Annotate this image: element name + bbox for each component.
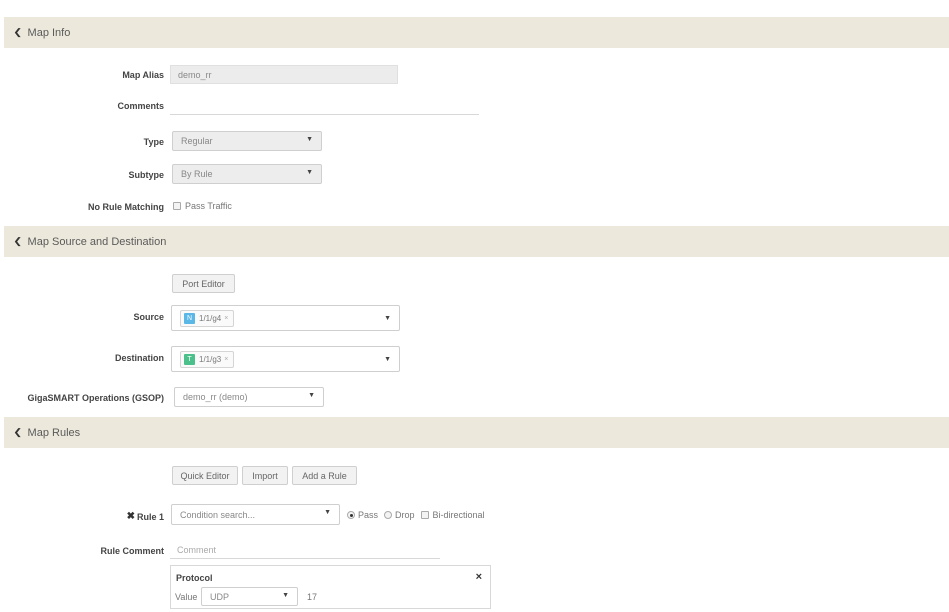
protocol-value: UDP — [210, 591, 230, 602]
subtype-select[interactable]: By Rule ▼ — [172, 164, 322, 184]
source-port-text: 1/1/g4 — [199, 313, 222, 323]
rule-1-label-row: ✖ Rule 1 — [127, 511, 164, 522]
type-select[interactable]: Regular ▼ — [172, 131, 322, 151]
subtype-label: Subtype — [128, 170, 164, 180]
chevron-down-icon: ❮ — [13, 27, 23, 37]
condition-search-placeholder: Condition search... — [180, 509, 256, 520]
caret-down-icon: ▼ — [306, 169, 313, 176]
chevron-down-icon: ❮ — [13, 427, 23, 437]
remove-rule-icon[interactable]: ✖ — [127, 511, 135, 522]
pass-radio[interactable] — [347, 511, 355, 519]
rule-comment-input[interactable]: Comment — [170, 541, 440, 559]
protocol-title: Protocol — [176, 573, 213, 583]
caret-down-icon: ▼ — [308, 392, 315, 399]
chevron-down-icon: ❮ — [13, 236, 23, 246]
remove-tag-icon[interactable]: × — [224, 356, 228, 363]
caret-down-icon: ▼ — [282, 592, 289, 599]
type-label: Type — [143, 137, 164, 147]
destination-select[interactable]: T 1/1/g3 × ▼ — [171, 346, 400, 372]
pass-traffic-checkbox[interactable] — [173, 202, 181, 210]
map-alias-field: demo_rr — [170, 65, 398, 84]
rule-action-options: Pass Drop Bi-directional — [347, 510, 485, 520]
gsop-label: GigaSMART Operations (GSOP) — [27, 393, 164, 403]
type-value: Regular — [181, 136, 213, 146]
source-label: Source — [133, 312, 164, 322]
network-port-badge: N — [184, 312, 195, 324]
import-button[interactable]: Import — [242, 466, 288, 485]
drop-radio[interactable] — [384, 511, 393, 519]
value-label: Value — [175, 592, 198, 602]
bidirectional-checkbox[interactable] — [420, 511, 429, 519]
condition-search-select[interactable]: Condition search... ▼ — [171, 504, 340, 525]
remove-tag-icon[interactable]: × — [224, 315, 228, 322]
caret-down-icon: ▼ — [324, 509, 331, 516]
map-alias-label: Map Alias — [122, 70, 164, 80]
section-header-map-info[interactable]: ❮ Map Info — [4, 17, 949, 48]
caret-down-icon: ▼ — [384, 315, 391, 322]
pass-traffic-label: Pass Traffic — [185, 201, 232, 211]
caret-down-icon: ▼ — [384, 356, 391, 363]
section-title: Map Info — [27, 26, 71, 39]
protocol-number: 17 — [307, 592, 318, 602]
drop-label: Drop — [395, 510, 415, 520]
comments-label: Comments — [117, 101, 164, 111]
section-title: Map Source and Destination — [27, 235, 167, 248]
pass-label: Pass — [358, 510, 379, 520]
section-header-map-rules[interactable]: ❮ Map Rules — [4, 417, 949, 448]
section-header-source-destination[interactable]: ❮ Map Source and Destination — [4, 226, 949, 257]
source-port-tag[interactable]: N 1/1/g4 × — [180, 309, 235, 327]
add-rule-button[interactable]: Add a Rule — [292, 466, 357, 485]
protocol-value-select[interactable]: UDP ▼ — [201, 587, 298, 606]
bidirectional-label: Bi-directional — [432, 510, 485, 520]
rule-1-label: Rule 1 — [136, 511, 164, 522]
map-alias-value: demo_rr — [178, 69, 212, 80]
subtype-value: By Rule — [181, 169, 213, 179]
destination-label: Destination — [114, 353, 164, 363]
port-editor-button[interactable]: Port Editor — [172, 274, 235, 293]
destination-port-tag[interactable]: T 1/1/g3 × — [180, 350, 235, 368]
source-select[interactable]: N 1/1/g4 × ▼ — [171, 305, 400, 331]
gsop-value: demo_rr (demo) — [183, 392, 248, 402]
gsop-select[interactable]: demo_rr (demo) ▼ — [174, 387, 324, 407]
section-title: Map Rules — [27, 426, 81, 439]
close-icon[interactable]: × — [476, 571, 482, 583]
comments-input[interactable] — [170, 97, 479, 115]
caret-down-icon: ▼ — [306, 136, 313, 143]
pass-traffic-checkbox-row[interactable]: Pass Traffic — [173, 201, 232, 211]
rule-comment-label: Rule Comment — [100, 546, 164, 556]
tool-port-badge: T — [184, 353, 195, 365]
rule-comment-placeholder: Comment — [177, 545, 217, 555]
quick-editor-button[interactable]: Quick Editor — [172, 466, 238, 485]
destination-port-text: 1/1/g3 — [199, 354, 222, 364]
no-rule-matching-label: No Rule Matching — [88, 202, 164, 212]
protocol-condition-box: Protocol × Value UDP ▼ 17 — [170, 565, 491, 609]
